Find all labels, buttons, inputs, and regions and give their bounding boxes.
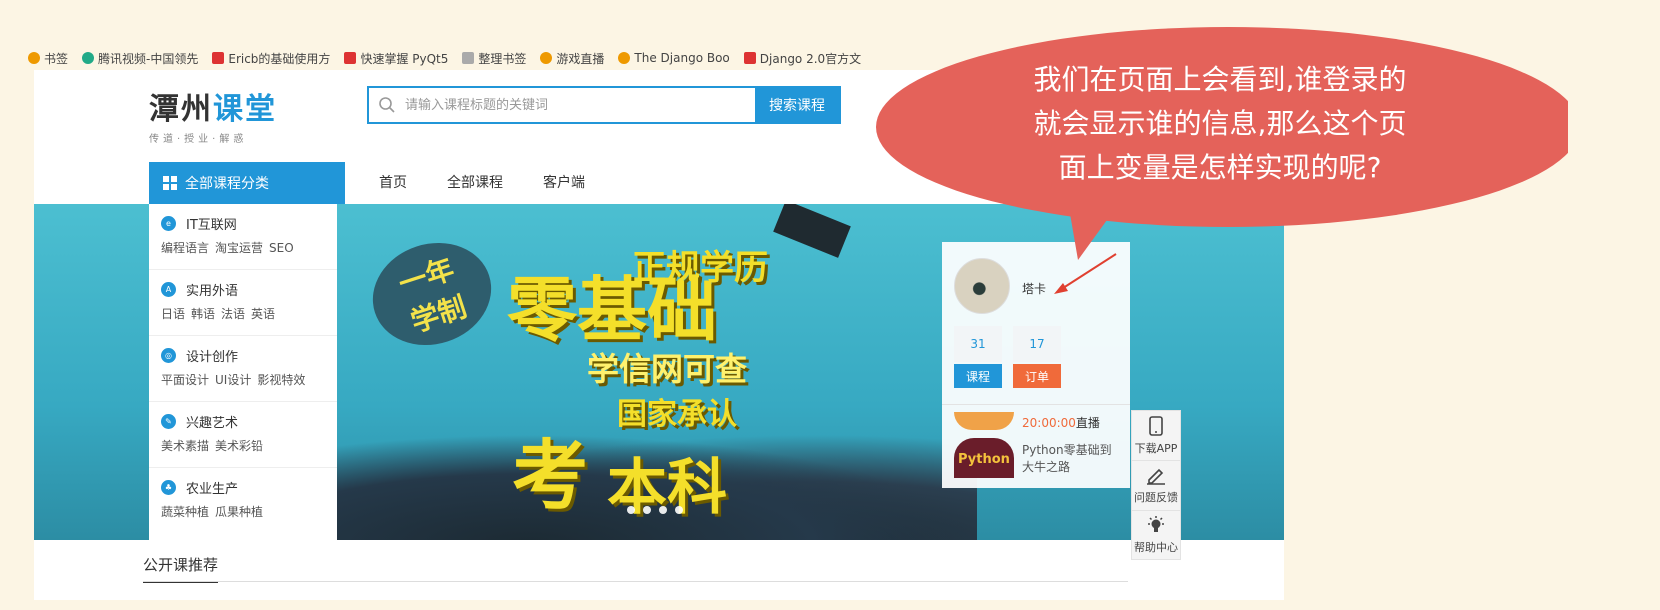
logo-subtitle: 传道·授业·解惑 [149, 134, 248, 145]
bookmark-item[interactable]: Ericb的基础使用方 [212, 50, 330, 67]
bookmark-icon [743, 52, 756, 64]
carousel-dot[interactable] [643, 506, 651, 514]
bookmark-item[interactable]: 腾讯视频-中国领先 [82, 50, 198, 67]
section-title: 公开课推荐 [143, 554, 219, 583]
banner-bubble: 一年 学制 [359, 227, 505, 361]
carousel-dot[interactable] [627, 506, 635, 514]
category-tag[interactable]: 美术素描 [161, 439, 209, 453]
divider [143, 581, 1128, 582]
carousel-dots [627, 506, 683, 514]
bookmark-icon [540, 52, 553, 64]
category-tag[interactable]: 编程语言 [161, 241, 209, 255]
category-tag[interactable]: 淘宝运营 [215, 241, 263, 255]
courses-count: 31 [954, 326, 1002, 362]
courses-button[interactable]: 课程 [954, 364, 1002, 388]
nav-client[interactable]: 客户端 [543, 162, 585, 204]
search-icon [369, 88, 405, 122]
bookmark-icon [344, 52, 357, 64]
live-course-title[interactable]: Python零基础到大牛之路 [1022, 442, 1122, 476]
course-thumbnail[interactable]: Python [954, 438, 1014, 478]
bookmark-icon [82, 52, 95, 64]
category-item[interactable]: A 实用外语 日语 韩语 法语 英语 [149, 270, 337, 336]
main-nav: 全部课程分类 首页 全部课程 客户端 [149, 162, 585, 204]
banner-text-chsi: 学信网可查 [587, 350, 748, 388]
nav-all-courses[interactable]: 全部课程 [447, 162, 503, 204]
orders-count: 17 [1013, 326, 1061, 362]
banner-text-zero-basis: 零基础 [507, 269, 717, 351]
username[interactable]: 塔卡 [1022, 280, 1046, 297]
edit-icon [1147, 468, 1165, 485]
bookmark-item[interactable]: 整理书签 [462, 50, 526, 67]
category-tag[interactable]: UI设计 [215, 373, 251, 387]
divider [942, 404, 1130, 405]
carousel-dot[interactable] [675, 506, 683, 514]
annotation-text: 我们在页面上会看到,谁登录的 就会显示谁的信息,那么这个页 面上变量是怎样实现的… [1033, 63, 1407, 184]
category-tag[interactable]: 韩语 [191, 307, 215, 321]
category-tag[interactable]: 美术彩铅 [215, 439, 263, 453]
logo-title: 潭州课堂 [149, 92, 277, 127]
help-center-button[interactable]: 帮助中心 [1131, 510, 1181, 560]
bookmark-item[interactable]: The Django Boo [618, 51, 730, 65]
side-toolbar: 下载APP 问题反馈 帮助中心 [1131, 410, 1181, 560]
carousel-dot[interactable] [659, 506, 667, 514]
category-item[interactable]: ◎ 设计创作 平面设计 UI设计 影视特效 [149, 336, 337, 402]
category-item[interactable]: e IT互联网 编程语言 淘宝运营 SEO [149, 204, 337, 270]
bookmark-item[interactable]: 书签 [28, 50, 68, 67]
nav-home[interactable]: 首页 [379, 162, 407, 204]
graduation-cap [773, 204, 851, 258]
banner-text-national: 国家承认 [617, 397, 737, 432]
brush-icon: ✎ [161, 414, 176, 429]
category-item[interactable]: ♣ 农业生产 蔬菜种植 瓜果种植 [149, 468, 337, 534]
bookmark-icon [618, 52, 631, 64]
search-button[interactable]: 搜索课程 [755, 88, 839, 122]
category-tag[interactable]: 法语 [221, 307, 245, 321]
category-tag[interactable]: 瓜果种植 [215, 505, 263, 519]
download-app-button[interactable]: 下载APP [1131, 410, 1181, 460]
category-tag[interactable]: 平面设计 [161, 373, 209, 387]
search-bar: 搜索课程 [367, 86, 841, 124]
plant-icon: ♣ [161, 480, 176, 495]
lightbulb-icon [1148, 516, 1164, 532]
feedback-button[interactable]: 问题反馈 [1131, 460, 1181, 510]
all-categories-button[interactable]: 全部课程分类 [149, 162, 345, 204]
live-time: 20:00:00直播 [1022, 416, 1100, 430]
category-tag[interactable]: 英语 [251, 307, 275, 321]
bookmark-item[interactable]: 游戏直播 [540, 50, 604, 67]
category-tag[interactable]: SEO [269, 241, 294, 255]
category-item[interactable]: ✎ 兴趣艺术 美术素描 美术彩铅 [149, 402, 337, 468]
phone-icon [1149, 415, 1163, 436]
bookmark-icon [28, 52, 40, 64]
orders-button[interactable]: 订单 [1013, 364, 1061, 388]
annotation-arrow [1054, 253, 1117, 294]
category-tag[interactable]: 影视特效 [257, 373, 305, 387]
category-menu: e IT互联网 编程语言 淘宝运营 SEO A 实用外语 日语 韩语 法语 英语 ◎ 设计创作 … [149, 204, 337, 540]
bookmark-item[interactable]: Django 2.0官方文 [743, 50, 861, 67]
category-tag[interactable]: 日语 [161, 307, 185, 321]
globe-icon: e [161, 216, 176, 231]
category-tag[interactable]: 蔬菜种植 [161, 505, 209, 519]
site-logo[interactable]: 潭州课堂 传道·授业·解惑 [149, 84, 277, 145]
banner-text-kao: 考 [512, 431, 588, 520]
live-thumbnail[interactable] [954, 412, 1014, 430]
design-icon: ◎ [161, 348, 176, 363]
language-icon: A [161, 282, 176, 297]
bookmark-icon [212, 52, 225, 64]
bookmark-item[interactable]: 快速掌握 PyQt5 [344, 50, 448, 67]
search-input[interactable] [405, 88, 755, 122]
grid-icon [163, 176, 177, 190]
bookmark-icon [462, 52, 475, 64]
